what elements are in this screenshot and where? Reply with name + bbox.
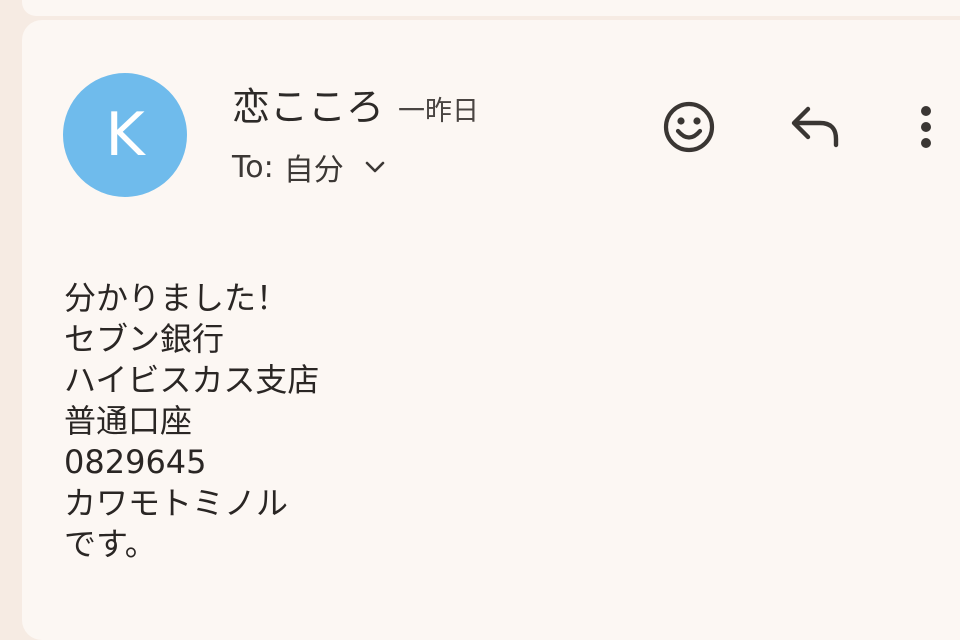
- recipient-details-toggle[interactable]: To: 自分: [232, 145, 386, 189]
- sender-line: 恋こころ 一昨日: [232, 76, 479, 131]
- message-body: 分かりました！ セブン銀行 ハイビスカス支店 普通口座 0829645 カワモト…: [64, 278, 319, 565]
- add-reaction-button[interactable]: [660, 98, 718, 156]
- message-body-line: です。: [64, 525, 157, 563]
- to-value: 自分: [283, 153, 344, 188]
- message-body-line: 普通口座: [64, 402, 193, 440]
- emoji-smile-icon: [663, 101, 715, 153]
- reply-button[interactable]: [786, 100, 844, 152]
- message-body-line: 分かりました！: [64, 279, 289, 317]
- sender-name: 恋こころ: [232, 85, 385, 129]
- more-options-button[interactable]: [906, 98, 946, 156]
- message-body-line: カワモトミノル: [64, 484, 289, 522]
- sender-avatar[interactable]: K: [63, 73, 187, 197]
- sent-time: 一昨日: [398, 96, 480, 127]
- chevron-down-icon: [364, 160, 386, 174]
- more-vert-icon: [921, 106, 931, 148]
- message-body-line: 0829645: [64, 443, 207, 481]
- avatar-letter: K: [105, 100, 145, 170]
- previous-message-card[interactable]: [22, 0, 960, 16]
- message-body-line: ハイビスカス支店: [64, 361, 320, 399]
- to-label: To:: [232, 149, 274, 185]
- reply-icon: [791, 106, 839, 148]
- message-body-line: セブン銀行: [64, 320, 225, 358]
